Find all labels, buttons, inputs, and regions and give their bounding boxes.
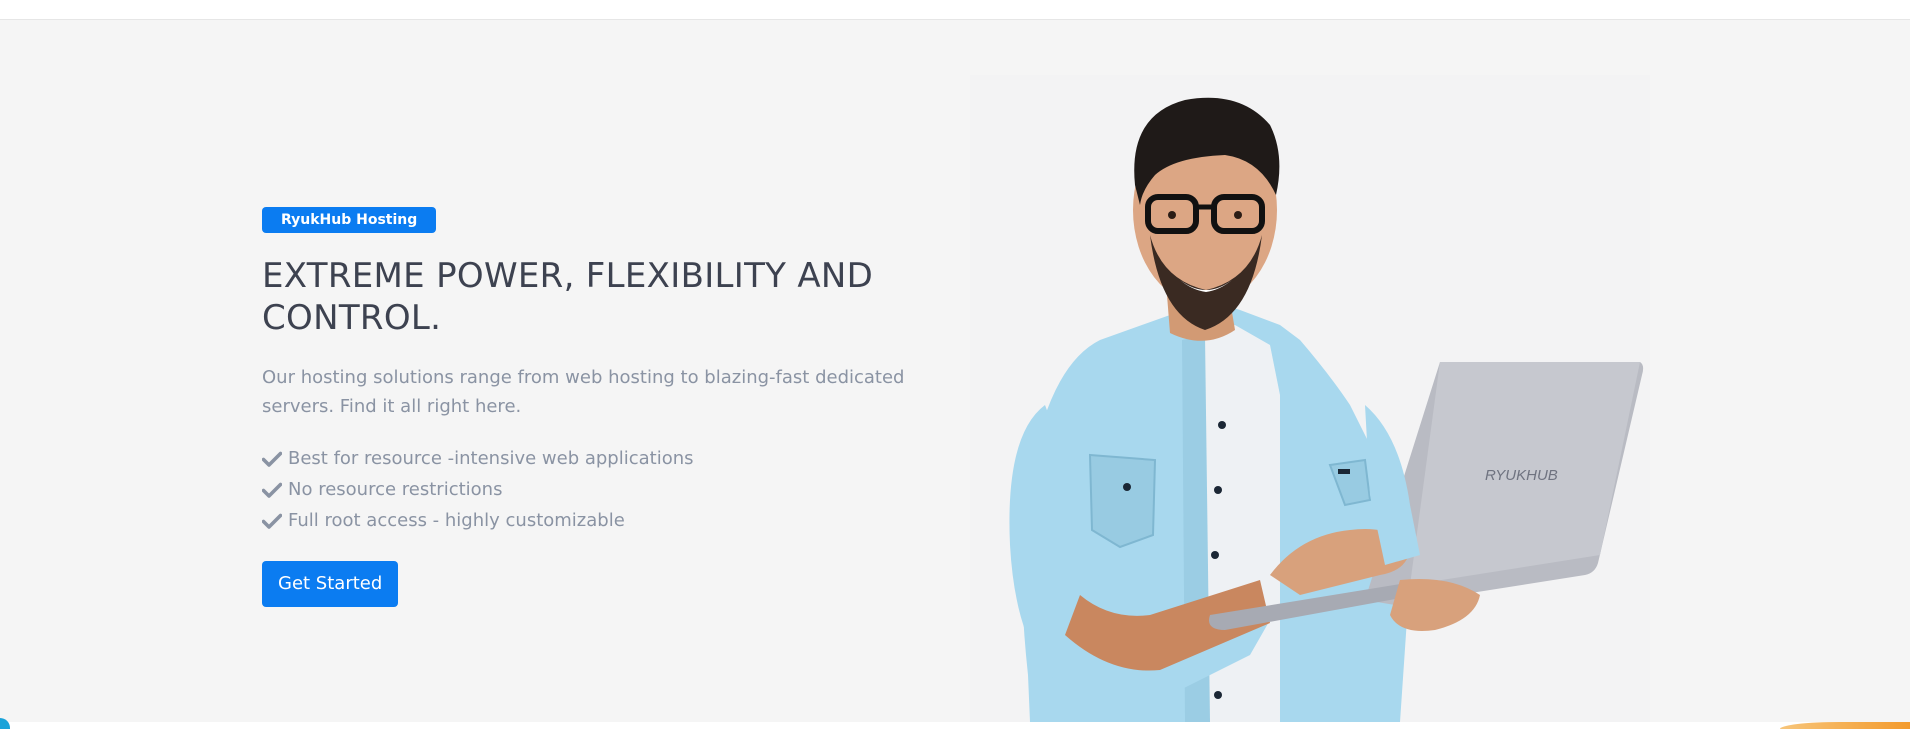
laptop-logo: RYUKHUB <box>1485 467 1558 484</box>
hero-badge: RyukHub Hosting <box>262 207 437 233</box>
top-navbar <box>0 0 1910 20</box>
feature-text: No resource restrictions <box>288 479 503 500</box>
check-icon <box>262 513 282 529</box>
list-item: Full root access - highly customizable <box>262 505 922 536</box>
check-icon <box>262 482 282 498</box>
decorative-wave-right <box>1780 722 1910 729</box>
feature-text: Best for resource -intensive web applica… <box>288 448 694 469</box>
hero-content: RyukHub Hosting EXTREME POWER, FLEXIBILI… <box>262 207 922 607</box>
hero-photo: RYUKHUB <box>970 75 1650 722</box>
section-divider <box>0 722 1910 729</box>
hero-headline: EXTREME POWER, FLEXIBILITY AND CONTROL. <box>262 256 874 338</box>
feature-list: Best for resource -intensive web applica… <box>262 443 922 536</box>
hero-description: Our hosting solutions range from web hos… <box>262 367 905 417</box>
list-item: No resource restrictions <box>262 474 922 505</box>
feature-text: Full root access - highly customizable <box>288 510 625 531</box>
get-started-button[interactable]: Get Started <box>262 561 399 607</box>
check-icon <box>262 451 282 467</box>
list-item: Best for resource -intensive web applica… <box>262 443 922 474</box>
